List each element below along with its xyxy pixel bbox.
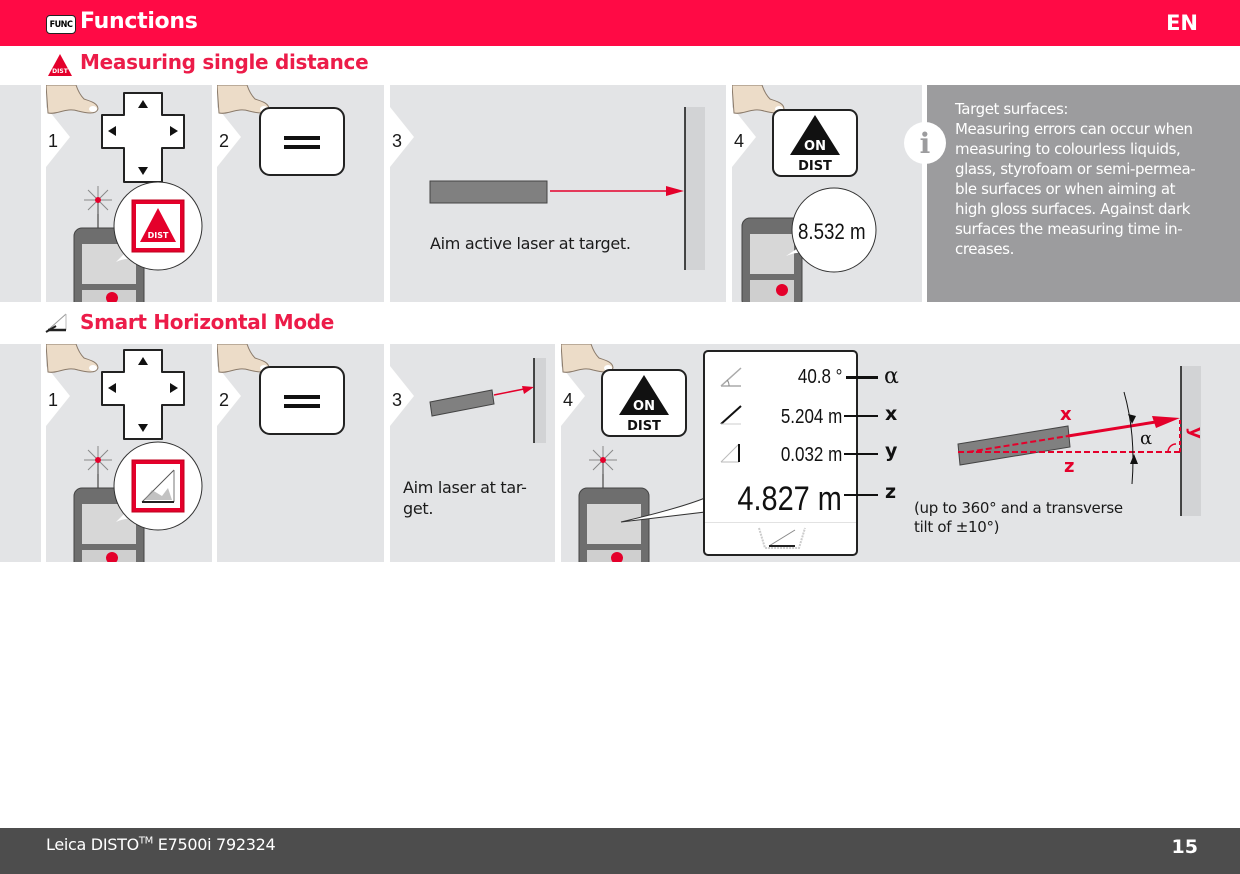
step-number: 2: [219, 390, 230, 410]
alpha-label: α: [884, 364, 899, 389]
svg-text:ON: ON: [804, 139, 826, 154]
panel-spacer: [0, 344, 41, 562]
svg-text:ON: ON: [633, 399, 655, 414]
laser-diagram: [429, 358, 546, 443]
caption-line: get.: [403, 499, 434, 518]
section-title-smart-horizontal: Smart Horizontal Mode: [80, 310, 335, 334]
angle-icon: [720, 367, 742, 387]
step-3-panel: 3 Aim laser at tar- get.: [390, 344, 555, 562]
finger-icon: [46, 344, 99, 373]
svg-text:x: x: [1060, 404, 1072, 425]
svg-text:DIST: DIST: [798, 159, 832, 174]
connector-line: [844, 415, 878, 417]
caption-line: tilt of ±10°): [914, 518, 1000, 536]
step-2-panel: 2: [217, 344, 384, 562]
display-divider: [705, 522, 856, 523]
info-line: creases.: [955, 240, 1014, 258]
product-name: Leica DISTOTM E7500i 792324: [46, 835, 276, 854]
height-icon: [720, 443, 740, 463]
slope-distance-value: 5.204 m: [780, 406, 842, 428]
trademark: TM: [138, 835, 154, 847]
info-text: Target surfaces: Measuring errors can oc…: [955, 99, 1235, 259]
horizontal-distance-value: 4.827 m: [737, 480, 842, 518]
step-number: 1: [48, 390, 59, 410]
step-number: 4: [563, 390, 574, 410]
svg-text:DIST: DIST: [627, 419, 661, 434]
slope-distance-icon: [720, 405, 742, 425]
step-4-panel: 4 ON DIST x z y α (up to 360° and a tran…: [561, 344, 1240, 562]
angle-value: 40.8 °: [797, 366, 842, 388]
equals-key[interactable]: [259, 107, 345, 177]
on-dist-key[interactable]: ON DIST: [601, 369, 689, 439]
language-label: EN: [1166, 11, 1198, 35]
step-1-panel: 1 DIST: [46, 85, 212, 302]
smart-horizontal-icon: [45, 313, 67, 333]
info-icon: i: [904, 122, 946, 164]
info-line: ble surfaces or when aiming at: [955, 180, 1176, 198]
caption-line: Aim laser at tar-: [403, 478, 527, 497]
step-number: 2: [219, 131, 230, 151]
info-line: measuring to colourless liquids,: [955, 140, 1181, 158]
step-1-panel: 1: [46, 344, 212, 562]
finger-icon: [46, 85, 99, 114]
panel-spacer: [0, 85, 41, 302]
y-label: y: [885, 440, 898, 462]
height-value: 0.032 m: [780, 444, 842, 466]
svg-text:y: y: [1185, 427, 1206, 439]
device-icon: [73, 441, 203, 562]
info-line: glass, styrofoam or semi-permea-: [955, 160, 1196, 178]
func-icon: FUNC: [46, 15, 76, 34]
footer-bar: Leica DISTOTM E7500i 792324 15: [0, 828, 1240, 874]
page-title: Functions: [80, 9, 198, 34]
device-icon: DIST: [73, 181, 203, 302]
step-number: 1: [48, 131, 59, 151]
step-2-panel: 2: [217, 85, 384, 302]
step-number: 4: [734, 131, 745, 151]
info-line: Target surfaces:: [955, 100, 1069, 118]
svg-text:DIST: DIST: [148, 231, 169, 240]
equals-key[interactable]: [259, 366, 345, 436]
smart-horizontal-mode-icon: [758, 527, 806, 549]
connector-line: [846, 376, 878, 379]
connector-line: [844, 453, 878, 455]
section-title-single-distance: Measuring single distance: [80, 50, 369, 74]
product-brand: Leica DISTO: [46, 835, 139, 854]
caption-line: (up to 360° and a transverse: [914, 499, 1123, 517]
header-bar: FUNC Functions EN: [0, 0, 1240, 46]
distance-readout: 8.532 m: [798, 219, 866, 244]
laser-diagram: [429, 107, 705, 270]
svg-text:α: α: [1140, 428, 1152, 449]
x-label: x: [885, 403, 898, 425]
info-line: high gloss surfaces. Against dark: [955, 200, 1191, 218]
product-model: E7500i 792324: [153, 835, 276, 854]
device-display: 40.8 ° 5.204 m 0.032 m 4.827 m: [703, 350, 858, 556]
step-4-panel: 4 ON DIST 8.532 m: [732, 85, 922, 302]
page-number: 15: [1171, 836, 1198, 858]
info-line: Measuring errors can occur when: [955, 120, 1193, 138]
diagram-caption: (up to 360° and a transverse tilt of ±10…: [914, 499, 1123, 537]
dist-triangle-icon: DIST: [48, 54, 72, 76]
info-panel: Target surfaces: Measuring errors can oc…: [927, 85, 1240, 302]
info-line: surfaces the measuring time in-: [955, 220, 1183, 238]
step-3-panel: 3 Aim active laser at target.: [390, 85, 726, 302]
step-caption: Aim active laser at target.: [430, 234, 631, 253]
device-icon: [578, 446, 706, 562]
step-caption: Aim laser at tar- get.: [403, 477, 527, 519]
on-dist-key[interactable]: ON DIST: [772, 109, 860, 179]
z-label: z: [885, 481, 897, 503]
connector-line: [844, 494, 878, 496]
svg-text:z: z: [1064, 456, 1074, 477]
svg-text:DIST: DIST: [52, 68, 69, 75]
